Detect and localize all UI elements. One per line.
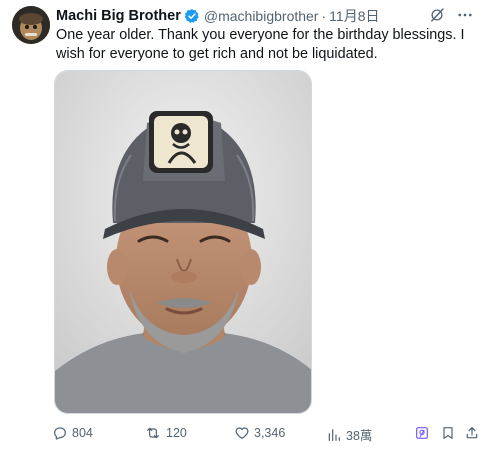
header-actions — [428, 6, 474, 24]
grok-explain-button[interactable] — [414, 425, 430, 441]
reply-count: 804 — [72, 426, 93, 440]
views-button[interactable]: 38萬 — [326, 425, 372, 444]
verified-badge-icon — [184, 8, 200, 24]
bookmark-button[interactable] — [440, 425, 456, 441]
grok-explain-icon — [414, 425, 430, 441]
reply-icon — [52, 425, 68, 441]
more-icon[interactable] — [456, 6, 474, 24]
repost-count: 120 — [166, 426, 187, 440]
like-icon — [234, 425, 250, 441]
tweet-text: One year older. Thank you everyone for t… — [56, 27, 465, 62]
reply-button[interactable]: 804 — [52, 425, 93, 441]
tweet-photo[interactable] — [54, 70, 312, 414]
share-icon — [464, 425, 480, 441]
tweet-header: Machi Big Brother @machibigbrother · 11月… — [56, 6, 474, 26]
author-handle[interactable]: @machibigbrother — [204, 8, 319, 24]
avatar[interactable] — [12, 6, 50, 44]
share-button[interactable] — [464, 425, 480, 441]
views-icon — [326, 427, 342, 443]
grok-icon[interactable] — [428, 6, 446, 24]
author-name[interactable]: Machi Big Brother — [56, 8, 181, 24]
separator-dot: · — [321, 8, 327, 24]
views-count: 38萬 — [346, 429, 373, 443]
action-bar: 804 120 3,346 38萬 — [52, 425, 482, 443]
repost-icon — [144, 425, 162, 441]
post-date[interactable]: 11月8日 — [329, 6, 379, 26]
like-count: 3,346 — [254, 426, 286, 440]
bookmark-icon — [440, 425, 456, 441]
like-button[interactable]: 3,346 — [234, 425, 285, 441]
repost-button[interactable]: 120 — [144, 425, 187, 441]
